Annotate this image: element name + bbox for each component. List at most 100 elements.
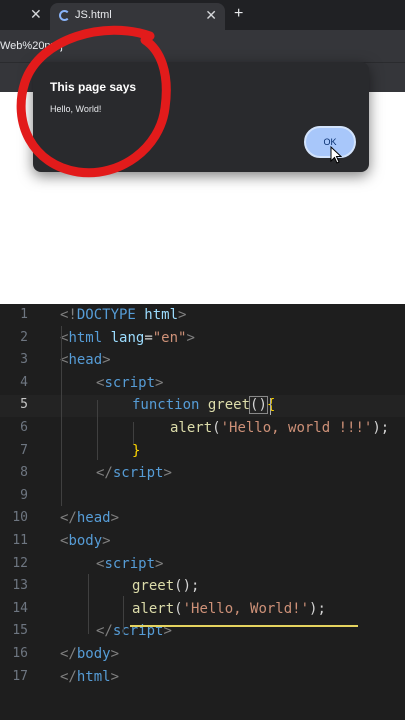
- code-text: function greet(){: [132, 396, 276, 415]
- indent-guide: [97, 400, 98, 460]
- code-token: (: [212, 420, 221, 436]
- line-number: 3: [20, 352, 28, 368]
- line-number: 11: [12, 533, 28, 548]
- code-line[interactable]: 1 <!DOCTYPE html>: [0, 305, 405, 327]
- code-token: <!: [60, 307, 77, 323]
- line-number: 8: [20, 465, 28, 481]
- text-caret: [270, 398, 271, 416]
- code-token: head: [68, 352, 103, 369]
- code-token: script: [112, 465, 164, 482]
- dialog-title: This page says: [50, 80, 137, 94]
- alert-dialog: This page says Hello, World! OK: [33, 62, 369, 172]
- code-line[interactable]: 10 </head>: [0, 508, 405, 530]
- code-token: </: [60, 668, 77, 685]
- code-token: );: [372, 420, 390, 436]
- line-number: 14: [12, 600, 28, 616]
- new-tab-button[interactable]: +: [234, 5, 243, 23]
- code-token: {: [266, 397, 276, 414]
- code-token: DOCTYPE: [76, 307, 136, 323]
- code-token: alert: [132, 600, 175, 617]
- code-token: >: [110, 646, 120, 662]
- indent-guide: [88, 574, 89, 634]
- url-text: Web%20proj: [0, 40, 63, 52]
- line-number: 17: [12, 668, 28, 684]
- code-text: </body>: [60, 646, 119, 662]
- code-text: greet();: [132, 578, 199, 594]
- address-bar[interactable]: Web%20proj: [0, 30, 405, 62]
- code-token: greet: [207, 397, 251, 414]
- code-line[interactable]: 12 <script>: [0, 554, 405, 576]
- code-token: ();: [174, 578, 200, 595]
- code-token: lang: [102, 329, 145, 346]
- code-token: >: [155, 555, 164, 572]
- code-token: </: [96, 623, 113, 640]
- code-token: (): [249, 396, 268, 415]
- code-text: <!DOCTYPE html>: [60, 307, 186, 323]
- code-text: </head>: [60, 510, 119, 526]
- code-token: }: [132, 442, 141, 459]
- indent-guide: [61, 326, 62, 506]
- code-token: </: [96, 465, 113, 482]
- line-number: 6: [20, 420, 28, 435]
- code-token: 'Hello, world !!!': [220, 420, 373, 436]
- line-number: 2: [20, 329, 28, 345]
- code-token: alert: [170, 420, 213, 436]
- line-number: 4: [20, 374, 28, 390]
- tab-strip: ✕ JS.html ✕ +: [0, 0, 405, 30]
- code-text: </html>: [60, 669, 119, 685]
- mouse-pointer-icon: [330, 146, 342, 164]
- code-token: html: [76, 668, 111, 685]
- line-number: 5: [20, 397, 28, 413]
- highlight-underline: [130, 625, 358, 627]
- code-text: <script>: [96, 375, 163, 391]
- code-line[interactable]: 17 </html>: [0, 667, 405, 689]
- line-number: 15: [12, 623, 28, 639]
- code-token: greet: [132, 578, 175, 595]
- code-token: function: [132, 397, 200, 414]
- loading-icon: [59, 10, 70, 21]
- code-token: >: [178, 307, 187, 323]
- line-number: 10: [12, 510, 28, 526]
- code-token: script: [104, 555, 156, 572]
- code-token: >: [102, 533, 111, 549]
- line-number: 16: [12, 646, 28, 661]
- indent-guide: [133, 422, 134, 444]
- code-text: <html lang="en">: [60, 330, 195, 346]
- line-number: 7: [20, 442, 28, 458]
- code-token: </: [60, 510, 77, 527]
- dialog-message: Hello, World!: [50, 104, 102, 114]
- code-token: >: [110, 510, 120, 527]
- code-line[interactable]: 16 </body>: [0, 644, 405, 666]
- tab-js-html[interactable]: JS.html ✕: [50, 3, 225, 30]
- code-token: >: [155, 374, 164, 391]
- code-token: >: [110, 668, 120, 685]
- code-text: alert('Hello, World!');: [132, 601, 326, 617]
- code-line[interactable]: 11 <body>: [0, 531, 405, 553]
- code-editor[interactable]: 1 <!DOCTYPE html> 2 <html lang="en"> 3 <head>…: [0, 304, 405, 720]
- code-token: html: [135, 307, 179, 323]
- code-token: </: [60, 646, 77, 662]
- code-token: );: [309, 600, 326, 617]
- code-line[interactable]: 13 greet();: [0, 576, 405, 598]
- code-token: >: [163, 465, 172, 482]
- line-number: 12: [12, 555, 28, 571]
- code-text: }: [132, 443, 140, 459]
- previous-tab-close-icon[interactable]: ✕: [30, 6, 42, 23]
- code-token: >: [186, 329, 195, 346]
- indent-guide: [123, 596, 124, 634]
- code-token: (: [174, 600, 183, 617]
- code-text: <head>: [60, 352, 111, 368]
- code-text: alert('Hello, world !!!');: [170, 420, 389, 436]
- code-text: <script>: [96, 556, 163, 572]
- code-token: head: [76, 510, 111, 527]
- code-token: html: [68, 329, 103, 346]
- code-text: <body>: [60, 533, 111, 549]
- line-number: 9: [20, 487, 28, 503]
- code-token: >: [102, 352, 111, 369]
- code-line[interactable]: 14 alert('Hello, World!');: [0, 599, 405, 621]
- code-token: 'Hello, World!': [182, 600, 310, 617]
- line-number: 13: [12, 578, 28, 594]
- tab-close-icon[interactable]: ✕: [205, 7, 217, 24]
- code-token: =: [144, 329, 153, 346]
